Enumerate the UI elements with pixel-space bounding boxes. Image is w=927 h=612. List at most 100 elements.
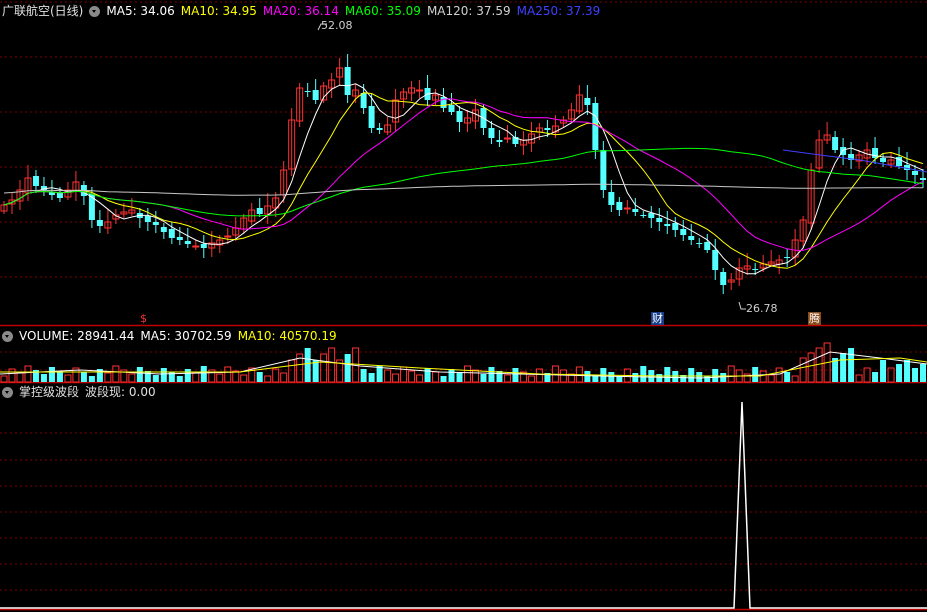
volume-bar [527,375,535,383]
candle-body [672,223,679,230]
stock-title[interactable]: 广联航空(日线) [2,4,83,18]
candle-body [664,224,671,226]
volume-bar [112,365,120,383]
volume-bar [144,371,151,382]
volume-bar [64,374,72,383]
volume-bar [392,373,400,383]
candle-body [912,171,919,175]
volume-bar [256,372,263,382]
candle-body [680,229,687,235]
volume-bar [56,371,63,382]
volume-bar [904,360,911,382]
volume-bar [807,352,815,383]
candle-body [256,208,263,214]
event-marker-cai[interactable]: 财 [651,312,664,325]
volume-bar [855,374,863,383]
legend-ma5: MA5: 34.06 [106,4,175,18]
volume-bar [688,368,695,382]
main-header: 广联航空(日线) MA5: 34.06 MA10: 34.95 MA20: 36.14… [2,2,612,20]
volume-bar [48,367,55,382]
legend-ma120: MA120: 37.59 [426,4,511,18]
volume-bar [696,372,703,382]
ma-legend: MA5: 34.06 MA10: 34.95 MA20: 36.14 MA60: 35… [106,4,606,18]
volume-bar [727,365,735,383]
kline-chart[interactable] [0,0,927,612]
volume-bar [224,366,232,383]
volume-bar [880,360,887,382]
volume-bar [368,373,375,382]
volume-bar [896,364,903,382]
event-marker-teng[interactable]: 腾 [808,312,821,325]
volume-bar [559,369,567,383]
volume-bar [328,347,336,383]
dropdown-icon[interactable] [2,331,13,342]
candle-body [368,106,375,128]
candle-body [696,243,703,244]
volume-bar [192,372,200,383]
candle-body [168,229,175,238]
indicator-header: 掌控级波段 波段现: 0.00 [2,383,162,401]
candle-body [152,222,159,225]
volume-bar [320,353,328,383]
volume-bar [440,376,447,382]
candle-body [176,237,183,240]
candle-body [688,236,695,240]
candle-body [920,178,927,180]
candle-body [720,272,727,285]
volume-bar [80,372,87,382]
candle-body [312,90,319,100]
candle-body [496,140,503,142]
volume-bar [456,373,463,382]
volume-bar [448,369,455,382]
volume-bar [496,371,503,382]
volume-bar [384,369,392,383]
ma10-line [3,92,924,269]
volume-bar [720,373,727,382]
candle-body [712,250,719,270]
volume-bar [288,359,296,383]
volume-bar [656,374,663,382]
legend-ma60: MA60: 35.09 [344,4,421,18]
candle-body [200,244,207,248]
candle-body [656,218,663,222]
volume-bar [664,367,671,382]
volume-bar [216,373,224,383]
high-price-label: 52.08 [321,19,353,32]
candle-body [456,111,463,122]
candle-body [448,105,455,112]
volume-bar [272,368,280,383]
dropdown-icon[interactable] [2,387,13,398]
dropdown-icon[interactable] [89,6,101,17]
candle-body [503,137,511,140]
candle-body [880,158,887,162]
volume-bar [584,371,591,382]
volume-bar [767,374,775,383]
volume-bar [424,368,431,382]
legend-vma10: MA10: 40570.19 [237,329,337,343]
indicator-name[interactable]: 掌控级波段 [19,385,79,399]
volume-bar [160,368,167,382]
candle-body [160,227,167,232]
volume-bar [360,369,367,382]
candle-body [704,242,711,250]
volume-bar [24,365,32,383]
event-marker-dollar[interactable]: $ [139,312,148,325]
volume-bar [471,369,479,383]
volume-bar [0,375,8,383]
candle-body [640,215,647,216]
volume-bar [40,374,47,382]
candle-body [488,128,495,138]
volume-bar [104,372,112,383]
volume-bar [712,369,719,382]
volume-bar [503,374,511,383]
candle-body [584,98,591,105]
candle-body [144,216,151,222]
legend-volume: VOLUME: 28941.44 [19,329,135,343]
volume-bar [88,376,95,382]
candle-body [32,176,39,186]
legend-ma20: MA20: 36.14 [262,4,339,18]
candle-body [608,192,615,205]
candle-body [376,128,383,130]
indicator-line [0,401,927,609]
candle-body [872,148,879,158]
